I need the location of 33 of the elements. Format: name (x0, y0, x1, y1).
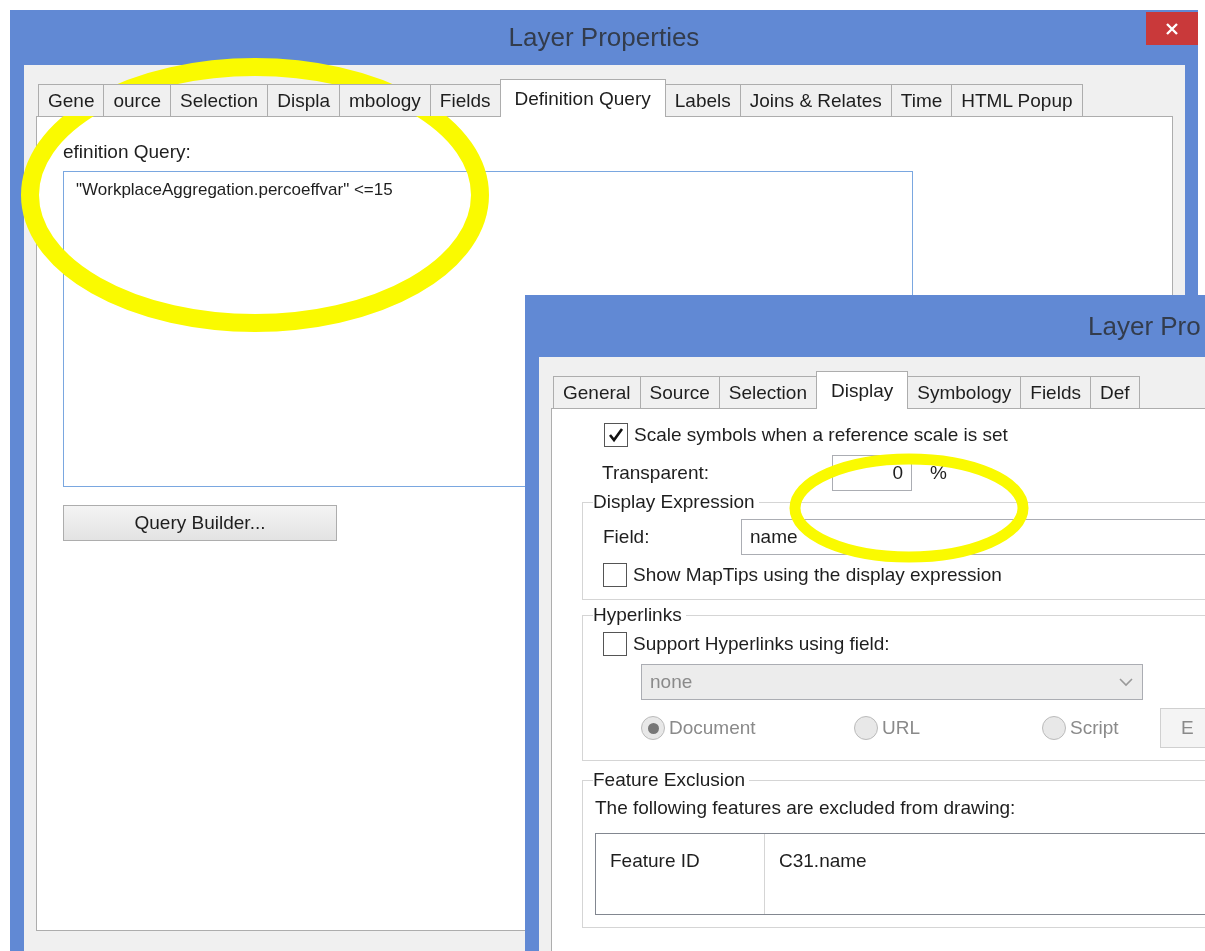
tab[interactable]: General (553, 376, 641, 408)
tab[interactable]: mbology (339, 84, 431, 116)
field-label: Field: (603, 526, 651, 548)
radio-label: Script (1070, 717, 1119, 739)
window-title: Layer Properties (508, 22, 700, 53)
checkbox-label: Support Hyperlinks using field: (633, 633, 890, 655)
description-text: The following features are excluded from drawing: (595, 797, 1016, 818)
column-header: Feature ID (596, 834, 765, 914)
column-header: C31.name (778, 849, 868, 873)
group-title: Hyperlinks (593, 604, 683, 626)
tab[interactable]: Display (816, 371, 909, 409)
check-icon (607, 426, 625, 444)
percent-label: % (930, 462, 947, 484)
close-icon (1165, 21, 1179, 36)
chevron-down-icon (1118, 677, 1134, 687)
group-title: Display Expression (593, 491, 756, 513)
tab[interactable]: Definition Query (499, 79, 666, 117)
window-title: Layer Pro (1088, 310, 1201, 342)
group-title: Feature Exclusion (593, 769, 747, 791)
query-label: efinition Query: (63, 141, 192, 163)
tab[interactable]: Gene (38, 84, 105, 116)
tab[interactable]: Def (1090, 376, 1140, 408)
query-builder-button[interactable]: Query Builder... (63, 505, 337, 541)
tab[interactable]: HTML Popup (951, 84, 1083, 116)
checkbox-label: Show MapTips using the display expression (633, 564, 1002, 586)
radio-label: Document (669, 717, 756, 739)
close-button[interactable] (1146, 12, 1198, 45)
checkbox[interactable] (604, 423, 628, 447)
radio-label: URL (882, 717, 920, 739)
tab[interactable]: Fields (429, 84, 501, 116)
checkbox[interactable] (603, 632, 627, 656)
checkbox[interactable] (603, 563, 627, 587)
transparent-label: Transparent: (602, 462, 710, 484)
